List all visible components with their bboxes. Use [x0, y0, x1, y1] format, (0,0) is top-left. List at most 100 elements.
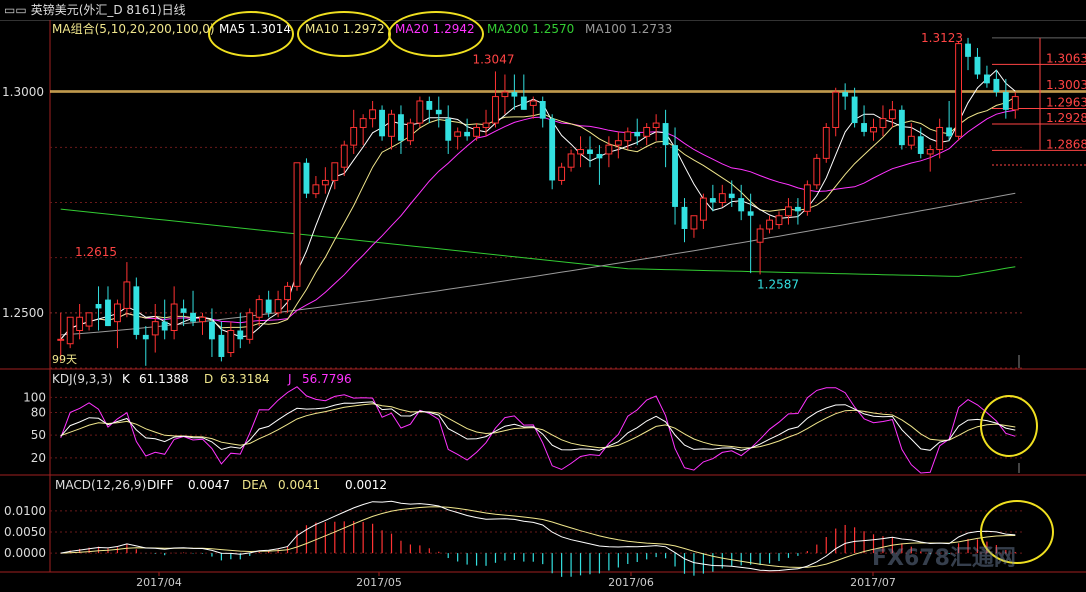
candle-body: [227, 329, 235, 354]
candle-body: [303, 162, 310, 194]
candle-body: [539, 100, 546, 119]
candle-body: [567, 153, 575, 168]
candle-body: [359, 118, 367, 128]
candle-body: [454, 131, 462, 137]
ma20-line: [60, 109, 1016, 340]
level-label: 1.2928: [1046, 111, 1086, 125]
x-axis-label: 2017/06: [608, 576, 654, 589]
candle-body: [662, 123, 669, 146]
candle-body: [105, 299, 111, 327]
candle-body: [842, 92, 849, 97]
candle-body: [699, 197, 707, 221]
candle-body: [123, 281, 131, 309]
annotation-high-may: 1.3047: [472, 52, 514, 66]
watermark-logo: FX678汇通网: [872, 546, 1016, 571]
candle-body: [879, 118, 887, 128]
ma5-line: [60, 69, 1016, 340]
candle-body: [888, 109, 896, 120]
annotation-corner: 99天: [52, 353, 77, 366]
candle-body: [492, 96, 499, 124]
candle-body: [340, 144, 348, 168]
candle-body: [57, 338, 65, 341]
candle-body: [1011, 96, 1019, 111]
candle-body: [728, 193, 735, 199]
candle-body: [369, 109, 377, 120]
macd-axis-tick: 0.0050: [4, 525, 46, 539]
highlight-ring-kdj: [980, 395, 1038, 457]
candle-body: [66, 316, 74, 345]
candle-body: [190, 312, 196, 322]
candle-body: [955, 43, 962, 137]
candle-body: [813, 157, 821, 186]
annotation-high-apr: 1.2615: [75, 245, 117, 259]
candle-body: [265, 299, 272, 313]
kdj-axis-tick: 100: [23, 390, 46, 404]
annotation-high-jul: 1.3123: [921, 31, 963, 45]
candle-body: [435, 109, 442, 115]
candle-body: [690, 215, 698, 230]
candle-body: [321, 179, 329, 186]
candle-body: [983, 74, 990, 84]
candle-body: [794, 206, 801, 212]
candle-body: [331, 162, 339, 181]
candle-body: [1002, 92, 1009, 110]
candle-body: [596, 153, 603, 159]
candle-body: [672, 145, 678, 207]
candle-body: [464, 131, 471, 137]
candle-body: [161, 321, 168, 331]
candle-body: [587, 149, 593, 154]
candle-body: [529, 100, 537, 106]
candle-body: [756, 228, 764, 243]
candle-body: [445, 118, 452, 141]
candle-body: [312, 184, 320, 195]
candle-body: [237, 330, 244, 340]
candle-body: [558, 166, 566, 181]
candle-body: [803, 184, 811, 212]
x-axis-label: 2017/05: [356, 576, 402, 589]
candle-body: [151, 321, 159, 336]
candle-body: [142, 334, 149, 340]
candle-body: [870, 126, 877, 133]
ma10-line: [60, 96, 1016, 340]
candle-body: [946, 127, 953, 137]
candle-body: [350, 126, 358, 146]
candle-body: [907, 135, 915, 146]
candle-body: [785, 206, 792, 217]
candle-body: [388, 113, 395, 137]
candle-body: [822, 126, 830, 159]
candle-body: [274, 299, 282, 314]
candle-body: [76, 316, 84, 331]
annotation-low-jun: 1.2587: [757, 277, 799, 291]
candle-body: [133, 286, 140, 335]
candle-body: [85, 312, 93, 327]
x-axis-label: 2017/07: [850, 576, 896, 589]
candle-body: [209, 321, 215, 340]
candle-body: [577, 149, 584, 155]
candle-body: [284, 285, 291, 301]
ma100-line: [60, 192, 1016, 336]
candle-body: [738, 198, 745, 212]
kdj-d-line: [60, 403, 1016, 449]
macd-axis-tick: 0.0100: [4, 504, 46, 518]
candle-body: [974, 56, 981, 75]
candlestick-chart[interactable]: 1.3000 1.2500 1.3063 1.3003 1.2963 1.2928 1.28…: [0, 0, 1086, 592]
price-label: 1.2500: [2, 306, 44, 320]
candle-body: [114, 303, 121, 323]
candle-body: [255, 299, 263, 318]
level-label: 1.2868: [1046, 137, 1086, 151]
candle-body: [293, 162, 301, 287]
candle-body: [520, 96, 527, 110]
candle-body: [926, 149, 934, 155]
highlight-ring-ma10: [297, 11, 391, 57]
candle-body: [718, 193, 726, 204]
candle-body: [993, 78, 1000, 93]
candle-body: [681, 206, 688, 229]
candle-body: [652, 122, 660, 128]
candle-body: [614, 140, 622, 146]
level-label: 1.2963: [1046, 95, 1086, 109]
kdj-axis-tick: 50: [31, 428, 46, 442]
candle-body: [170, 303, 178, 331]
candle-body: [218, 334, 225, 357]
price-label: 1.3000: [2, 85, 44, 99]
kdj-k-line: [60, 401, 1016, 451]
